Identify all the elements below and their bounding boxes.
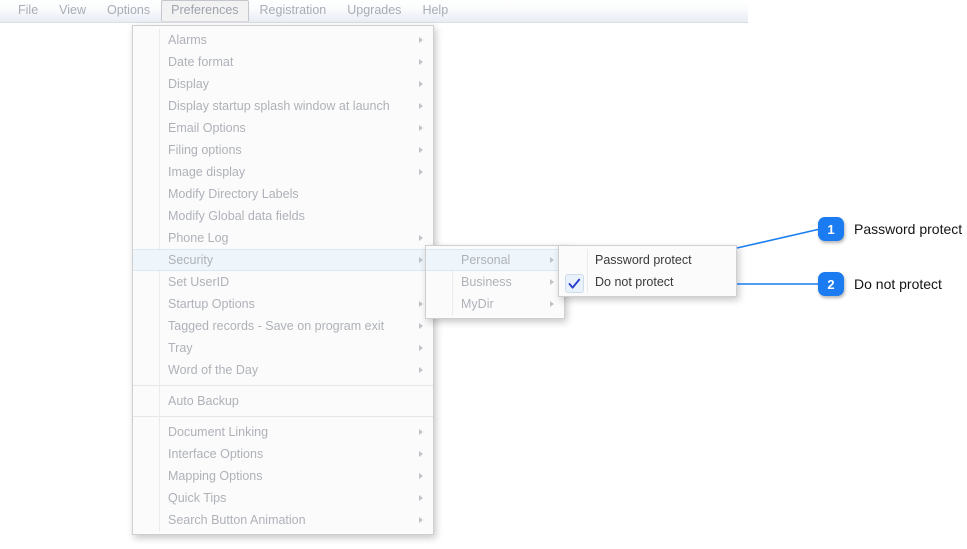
chevron-right-icon <box>419 125 423 131</box>
callout-label-2: Do not protect <box>854 276 942 292</box>
personal-menu-item-password-protect[interactable]: Password protect <box>559 249 736 271</box>
menubar-item-file[interactable]: File <box>8 0 48 22</box>
chevron-right-icon <box>419 235 423 241</box>
preferences-menu-label: Modify Directory Labels <box>168 187 299 201</box>
leader-line-1 <box>736 228 821 249</box>
preferences-menu-item-startup-options[interactable]: Startup Options <box>133 293 433 315</box>
preferences-menu-label: Document Linking <box>168 425 269 439</box>
preferences-menu-label: Interface Options <box>168 447 264 461</box>
preferences-menu-label: Set UserID <box>168 275 230 289</box>
preferences-menu-item-mapping-options[interactable]: Mapping Options <box>133 465 433 487</box>
callout-1: 1 Password protect <box>818 217 962 241</box>
preferences-menu-item-set-userid[interactable]: Set UserID <box>133 271 433 293</box>
preferences-menu-item-search-button-animation[interactable]: Search Button Animation <box>133 509 433 531</box>
callout-label-1: Password protect <box>854 221 963 237</box>
menubar-item-view[interactable]: View <box>49 0 96 22</box>
chevron-right-icon <box>419 517 423 523</box>
preferences-menu-label: Tagged records - Save on program exit <box>168 319 385 333</box>
preferences-menu-item-alarms[interactable]: Alarms <box>133 29 433 51</box>
chevron-right-icon <box>419 81 423 87</box>
callout-2: 2 Do not protect <box>818 272 942 296</box>
personal-menu-label: Do not protect <box>595 275 674 289</box>
menubar-item-preferences[interactable]: Preferences <box>161 0 249 22</box>
check-icon <box>565 274 584 293</box>
chevron-right-icon <box>419 473 423 479</box>
screen: File View Options Preferences Registration Up… <box>0 0 967 549</box>
personal-menu-item-do-not-protect[interactable]: Do not protect <box>559 271 736 293</box>
preferences-menu-label: Mapping Options <box>168 469 263 483</box>
chevron-right-icon <box>419 257 423 263</box>
preferences-menu-label: Phone Log <box>168 231 229 245</box>
preferences-menu-label: Startup Options <box>168 297 255 311</box>
preferences-menu-item-date-format[interactable]: Date format <box>133 51 433 73</box>
chevron-right-icon <box>419 59 423 65</box>
chevron-right-icon <box>550 279 554 285</box>
security-menu-item-personal[interactable]: Personal <box>426 249 564 271</box>
chevron-right-icon <box>419 495 423 501</box>
chevron-right-icon <box>419 37 423 43</box>
preferences-menu-label: Word of the Day <box>168 363 259 377</box>
preferences-menu-item-tagged-records-save-on-program-exit[interactable]: Tagged records - Save on program exit <box>133 315 433 337</box>
security-menu-label: Business <box>461 275 512 289</box>
personal-menu-label: Password protect <box>595 253 692 267</box>
preferences-menu-item-document-linking[interactable]: Document Linking <box>133 421 433 443</box>
preferences-menu-item-tray[interactable]: Tray <box>133 337 433 359</box>
preferences-menu-item-modify-directory-labels[interactable]: Modify Directory Labels <box>133 183 433 205</box>
callout-badge-2: 2 <box>818 272 844 296</box>
chevron-right-icon <box>419 367 423 373</box>
preferences-menu-item-modify-global-data-fields[interactable]: Modify Global data fields <box>133 205 433 227</box>
preferences-menu-item-filing-options[interactable]: Filing options <box>133 139 433 161</box>
preferences-menu-label: Search Button Animation <box>168 513 306 527</box>
preferences-menu-label: Security <box>168 253 214 267</box>
chevron-right-icon <box>419 103 423 109</box>
menubar-item-registration[interactable]: Registration <box>250 0 337 22</box>
menubar-item-upgrades[interactable]: Upgrades <box>337 0 411 22</box>
menubar-item-help[interactable]: Help <box>412 0 458 22</box>
preferences-menu-item-interface-options[interactable]: Interface Options <box>133 443 433 465</box>
security-menu-item-mydir[interactable]: MyDir <box>426 293 564 315</box>
preferences-menu-label: Tray <box>168 341 193 355</box>
preferences-menu-label: Display startup splash window at launch <box>168 99 390 113</box>
chevron-right-icon <box>550 301 554 307</box>
chevron-right-icon <box>419 169 423 175</box>
preferences-menu-separator <box>133 416 433 417</box>
security-menu-item-business[interactable]: Business <box>426 271 564 293</box>
security-menu-label: Personal <box>461 253 511 267</box>
chevron-right-icon <box>419 147 423 153</box>
menubar-item-options[interactable]: Options <box>97 0 160 22</box>
security-menu-label: MyDir <box>461 297 494 311</box>
preferences-menu-label: Filing options <box>168 143 242 157</box>
security-submenu: Personal Business MyDir <box>425 245 565 319</box>
menu-bar: File View Options Preferences Registration Up… <box>0 0 748 23</box>
preferences-menu-item-quick-tips[interactable]: Quick Tips <box>133 487 433 509</box>
preferences-menu-label: Alarms <box>168 33 207 47</box>
preferences-menu-item-word-of-the-day[interactable]: Word of the Day <box>133 359 433 381</box>
callout-badge-1: 1 <box>818 217 844 241</box>
chevron-right-icon <box>419 451 423 457</box>
preferences-menu-label: Modify Global data fields <box>168 209 305 223</box>
preferences-menu-label: Auto Backup <box>168 394 239 408</box>
preferences-menu-label: Display <box>168 77 209 91</box>
preferences-menu-item-phone-log[interactable]: Phone Log <box>133 227 433 249</box>
chevron-right-icon <box>550 257 554 263</box>
preferences-menu-item-display-startup-splash-window-at-launch[interactable]: Display startup splash window at launch <box>133 95 433 117</box>
chevron-right-icon <box>419 301 423 307</box>
preferences-dropdown-menu: Alarms Date format Display Display startup … <box>132 25 434 535</box>
personal-submenu: Password protect Do not protect <box>558 245 737 297</box>
preferences-menu-label: Email Options <box>168 121 246 135</box>
chevron-right-icon <box>419 429 423 435</box>
preferences-menu-item-image-display[interactable]: Image display <box>133 161 433 183</box>
preferences-menu-item-security[interactable]: Security <box>133 249 433 271</box>
preferences-menu-separator <box>133 385 433 386</box>
preferences-menu-item-display[interactable]: Display <box>133 73 433 95</box>
preferences-menu-item-email-options[interactable]: Email Options <box>133 117 433 139</box>
preferences-menu-label: Quick Tips <box>168 491 227 505</box>
preferences-menu-item-auto-backup[interactable]: Auto Backup <box>133 390 433 412</box>
preferences-menu-label: Date format <box>168 55 234 69</box>
chevron-right-icon <box>419 323 423 329</box>
preferences-menu-label: Image display <box>168 165 246 179</box>
chevron-right-icon <box>419 345 423 351</box>
